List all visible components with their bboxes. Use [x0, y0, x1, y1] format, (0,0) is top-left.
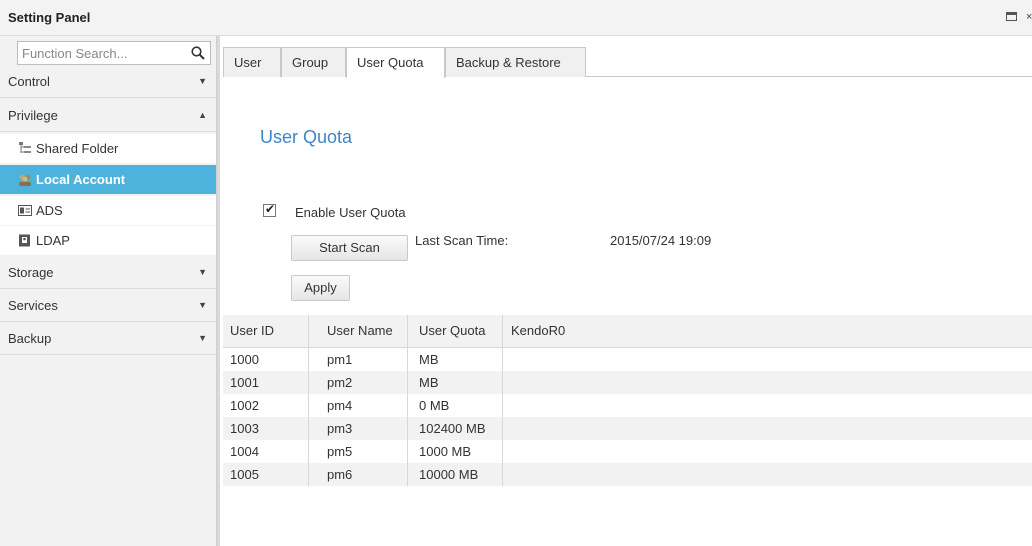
cell-user-quota: 102400 MB	[408, 417, 503, 440]
function-search	[17, 41, 211, 65]
tab-user[interactable]: User	[223, 47, 281, 77]
table-row[interactable]: 1001 pm2 MB	[223, 371, 1032, 394]
section-title: User Quota	[260, 127, 353, 147]
cell-empty	[503, 440, 1032, 463]
tab-backup-restore[interactable]: Backup & Restore	[445, 47, 586, 77]
sidebar-item-label: ADS	[36, 203, 63, 218]
nav-privilege-label: Privilege	[8, 108, 58, 123]
sidebar-item-ldap[interactable]: LDAP	[0, 226, 216, 255]
col-header-kendo[interactable]: KendoR0	[503, 315, 1032, 347]
cell-user-id: 1003	[223, 417, 309, 440]
window-title: Setting Panel	[8, 10, 91, 25]
cell-empty	[503, 417, 1032, 440]
table-row[interactable]: 1000 pm1 MB	[223, 348, 1032, 371]
cell-user-id: 1005	[223, 463, 309, 486]
cell-user-quota: 1000 MB	[408, 440, 503, 463]
cell-user-quota: 0 MB	[408, 394, 503, 417]
cell-empty	[503, 371, 1032, 394]
id-card-icon	[18, 205, 32, 216]
cell-empty	[503, 394, 1032, 417]
title-bar: Setting Panel ×	[0, 0, 1032, 36]
folder-tree-icon	[19, 142, 31, 153]
sidebar-item-shared-folder[interactable]: Shared Folder	[0, 134, 216, 163]
sidebar-item-label: Local Account	[36, 172, 126, 187]
sidebar-item-ads[interactable]: ADS	[0, 196, 216, 225]
cell-user-name: pm6	[309, 463, 408, 486]
col-header-user-quota[interactable]: User Quota	[408, 315, 503, 347]
sidebar-item-label: Shared Folder	[36, 141, 119, 156]
search-icon[interactable]	[190, 45, 206, 61]
enable-quota-checkbox[interactable]: ✔	[263, 202, 276, 217]
nav-control[interactable]: Control ▼	[0, 66, 216, 98]
directory-icon	[19, 234, 30, 247]
nav-storage-label: Storage	[8, 265, 54, 280]
search-input[interactable]	[22, 44, 182, 62]
cell-user-name: pm5	[309, 440, 408, 463]
cell-user-id: 1004	[223, 440, 309, 463]
cell-user-quota: MB	[408, 348, 503, 371]
chevron-down-icon: ▼	[198, 333, 207, 343]
users-icon	[19, 174, 31, 186]
cell-user-id: 1000	[223, 348, 309, 371]
enable-quota-label[interactable]: Enable User Quota	[295, 205, 406, 220]
grid-header: User ID User Name User Quota KendoR0	[223, 315, 1032, 348]
cell-empty	[503, 463, 1032, 486]
nav-services-label: Services	[8, 298, 58, 313]
checkmark-icon: ✔	[265, 202, 276, 216]
cell-user-name: pm1	[309, 348, 408, 371]
tab-user-quota[interactable]: User Quota	[346, 47, 445, 78]
table-row[interactable]: 1002 pm4 0 MB	[223, 394, 1032, 417]
nav-storage[interactable]: Storage ▼	[0, 257, 216, 289]
chevron-down-icon: ▼	[198, 76, 207, 86]
cell-user-quota: 10000 MB	[408, 463, 503, 486]
cell-user-quota: MB	[408, 371, 503, 394]
cell-empty	[503, 348, 1032, 371]
apply-button[interactable]: Apply	[291, 275, 350, 301]
cell-user-name: pm4	[309, 394, 408, 417]
table-row[interactable]: 1004 pm5 1000 MB	[223, 440, 1032, 463]
nav-backup[interactable]: Backup ▼	[0, 323, 216, 355]
col-header-user-id[interactable]: User ID	[223, 315, 309, 347]
cell-user-id: 1002	[223, 394, 309, 417]
cell-user-id: 1001	[223, 371, 309, 394]
col-header-user-name[interactable]: User Name	[309, 315, 408, 347]
table-row[interactable]: 1005 pm6 10000 MB	[223, 463, 1032, 486]
start-scan-button[interactable]: Start Scan	[291, 235, 408, 261]
sidebar-item-label: LDAP	[36, 233, 70, 248]
restore-icon[interactable]	[1006, 12, 1017, 21]
last-scan-label: Last Scan Time:	[415, 233, 509, 248]
cell-user-name: pm3	[309, 417, 408, 440]
tab-group[interactable]: Group	[281, 47, 346, 77]
nav-services[interactable]: Services ▼	[0, 290, 216, 322]
close-icon[interactable]: ×	[1026, 12, 1032, 23]
chevron-down-icon: ▼	[198, 300, 207, 310]
cell-user-name: pm2	[309, 371, 408, 394]
last-scan-value: 2015/07/24 19:09	[610, 233, 712, 248]
chevron-down-icon: ▼	[198, 267, 207, 277]
chevron-up-icon: ▲	[198, 110, 207, 120]
table-row[interactable]: 1003 pm3 102400 MB	[223, 417, 1032, 440]
nav-privilege[interactable]: Privilege ▲	[0, 100, 216, 132]
nav-control-label: Control	[8, 74, 50, 89]
nav-backup-label: Backup	[8, 331, 52, 346]
sidebar-item-local-account[interactable]: Local Account	[0, 165, 216, 194]
